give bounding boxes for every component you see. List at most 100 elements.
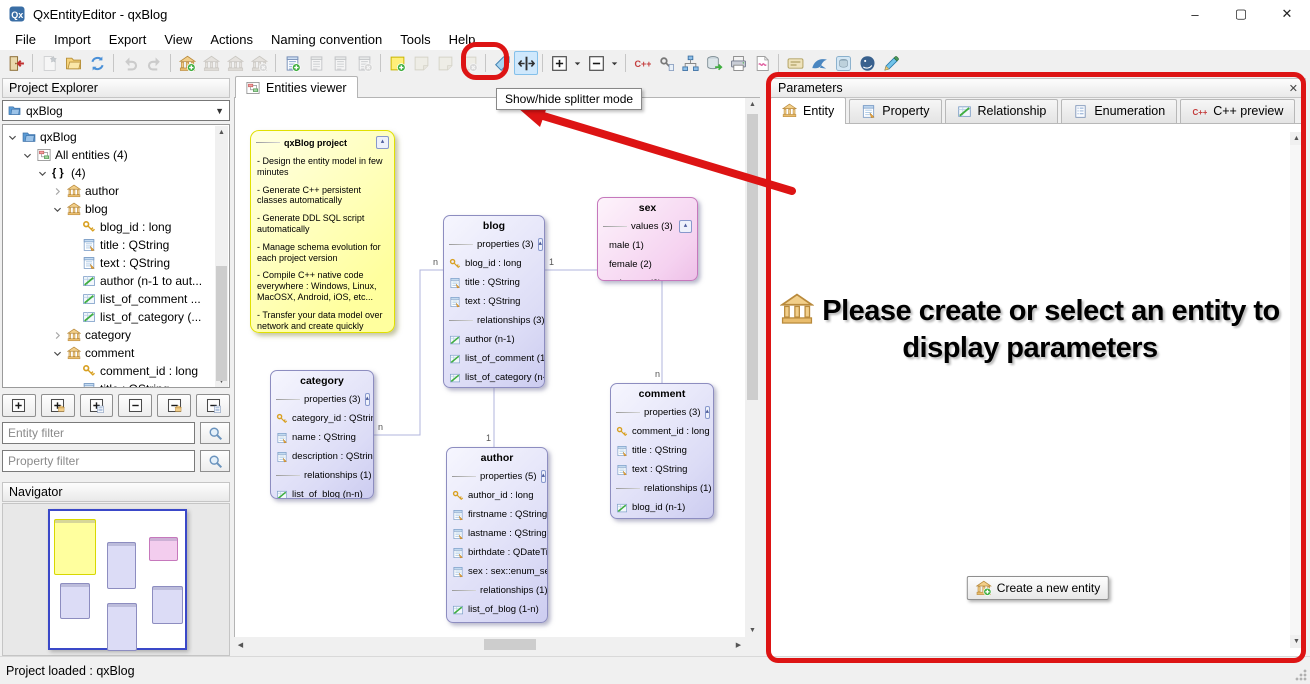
entity-member-list-of-blog-1-n[interactable]: list_of_blog (1-n) — [452, 600, 542, 619]
tree-item-list-of-category[interactable]: list_of_category (... — [3, 308, 229, 326]
toolbar-postgresql[interactable] — [855, 51, 879, 75]
menu-naming-convention[interactable]: Naming convention — [262, 30, 391, 49]
toolbar-redo[interactable] — [142, 51, 166, 75]
tab-entity[interactable]: Entity — [770, 97, 846, 124]
tree-item-blog-id-long[interactable]: blog_id : long — [3, 218, 229, 236]
expand-all-button[interactable] — [2, 394, 36, 417]
toolbar-edit-note[interactable] — [409, 51, 433, 75]
toolbar-database-export[interactable] — [702, 51, 726, 75]
toolbar-script-export[interactable] — [750, 51, 774, 75]
tree-item-qxblog[interactable]: qxBlog — [3, 128, 229, 146]
entity-member-blog-id-long[interactable]: blog_id : long — [449, 254, 539, 273]
tab-entities-viewer[interactable]: Entities viewer — [235, 76, 358, 98]
entity-box-sex[interactable]: sexvalues (3)▴male (1)female (2)unknown … — [597, 197, 698, 281]
maximize-button[interactable]: ▢ — [1218, 0, 1264, 28]
entity-member-sex-sex-enum-sex[interactable]: sex : sex::enum_sex — [452, 562, 542, 581]
scroll-left-icon[interactable]: ◀ — [234, 638, 247, 651]
tree-expander-open[interactable] — [22, 150, 33, 161]
collapse-properties-button[interactable] — [196, 394, 230, 417]
project-tree[interactable]: qxBlogAll entities (4){ }(4)authorblogbl… — [2, 124, 230, 388]
parameters-scrollbar[interactable]: ▲ ▼ — [1290, 132, 1303, 648]
collapse-button[interactable]: ▴ — [679, 220, 692, 233]
collapse-entities-button[interactable] — [157, 394, 191, 417]
menu-export[interactable]: Export — [100, 30, 156, 49]
entity-member-list-of-comment-1-n[interactable]: list_of_comment (1-n) — [449, 349, 539, 368]
entity-member-text-qstring[interactable]: text : QString — [616, 460, 708, 479]
tree-scrollbar-thumb[interactable] — [216, 266, 227, 381]
close-button[interactable]: ✕ — [1264, 0, 1310, 28]
tree-item-title-qstring[interactable]: title : QString — [3, 236, 229, 254]
toolbar-exit[interactable] — [4, 51, 28, 75]
property-filter-input[interactable] — [2, 450, 195, 472]
scroll-right-icon[interactable]: ▶ — [732, 638, 745, 651]
entity-filter-search-button[interactable] — [200, 422, 230, 444]
entity-member-author-id-long[interactable]: author_id : long — [452, 486, 542, 505]
tree-scrollbar[interactable]: ▲ ▼ — [215, 126, 228, 388]
toolbar-edit-entity[interactable] — [199, 51, 223, 75]
toolbar-mysql[interactable] — [807, 51, 831, 75]
entity-member-comment-id-long[interactable]: comment_id : long — [616, 422, 708, 441]
entity-member-title-qstring[interactable]: title : QString — [616, 441, 708, 460]
toolbar-edit-property[interactable] — [304, 51, 328, 75]
tab-relationship[interactable]: Relationship — [945, 99, 1059, 123]
project-selector[interactable]: qxBlog ▼ — [2, 100, 230, 121]
toolbar-network-export[interactable] — [678, 51, 702, 75]
canvas-hscroll-thumb[interactable] — [484, 639, 536, 650]
menu-import[interactable]: Import — [45, 30, 100, 49]
tab-enumeration[interactable]: Enumeration — [1061, 99, 1177, 123]
tree-item-all-entities-4[interactable]: All entities (4) — [3, 146, 229, 164]
note-qxblog-project[interactable]: qxBlog project▴- Design the entity model… — [250, 130, 395, 333]
entity-member-list-of-blog-n-n[interactable]: list_of_blog (n-n) — [276, 485, 368, 499]
scroll-up-icon[interactable]: ▲ — [745, 98, 760, 111]
toolbar-zoom-out[interactable] — [584, 51, 608, 75]
toolbar-open-project[interactable] — [61, 51, 85, 75]
menu-actions[interactable]: Actions — [201, 30, 262, 49]
toolbar-undo[interactable] — [118, 51, 142, 75]
entity-member-list-of-category-n-n[interactable]: list_of_category (n-n) — [449, 368, 539, 387]
toolbar-sqlite[interactable] — [831, 51, 855, 75]
entity-member-male-1[interactable]: male (1) — [603, 236, 692, 255]
canvas-horizontal-scrollbar[interactable]: ◀ ▶ — [234, 637, 745, 652]
entity-member-firstname-qstring[interactable]: firstname : QString — [452, 505, 542, 524]
navigator-minimap[interactable] — [2, 503, 230, 656]
entity-member-lastname-qstring[interactable]: lastname : QString — [452, 524, 542, 543]
diagram-canvas[interactable]: qxBlog project▴- Design the entity model… — [234, 98, 745, 637]
expand-entities-button[interactable] — [41, 394, 75, 417]
tree-expander-closed[interactable] — [52, 186, 63, 197]
entity-filter-input[interactable] — [2, 422, 195, 444]
tree-item-category[interactable]: category — [3, 326, 229, 344]
property-filter-search-button[interactable] — [200, 450, 230, 472]
toolbar-keys[interactable] — [654, 51, 678, 75]
navigator-viewport[interactable] — [48, 509, 187, 650]
toolbar-splitter-mode[interactable] — [514, 51, 538, 75]
collapse-button[interactable]: ▴ — [365, 393, 371, 406]
tab-c-preview[interactable]: C++C++ preview — [1180, 99, 1295, 123]
create-new-entity-button[interactable]: Create a new entity — [967, 576, 1109, 600]
entity-member-birthdate-qdatetime[interactable]: birthdate : QDateTime — [452, 543, 542, 562]
entity-member-blog-id-n-1[interactable]: blog_id (n-1) — [616, 498, 708, 517]
collapse-button[interactable]: ▴ — [538, 238, 544, 251]
toolbar-delete-note[interactable] — [457, 51, 481, 75]
toolbar-add-note[interactable] — [385, 51, 409, 75]
canvas-vscroll-thumb[interactable] — [747, 114, 758, 400]
parameters-close-icon[interactable]: ✕ — [1289, 82, 1298, 95]
tree-expander-open[interactable] — [37, 168, 48, 179]
toolbar-print[interactable] — [726, 51, 750, 75]
tree-expander-open[interactable] — [52, 204, 63, 215]
entity-box-author[interactable]: authorproperties (5)▴author_id : longfir… — [446, 447, 548, 623]
tree-item-list-of-comment[interactable]: list_of_comment ... — [3, 290, 229, 308]
expand-properties-button[interactable] — [80, 394, 114, 417]
entity-member-name-qstring[interactable]: name : QString — [276, 428, 368, 447]
toolbar-edit-code[interactable] — [879, 51, 903, 75]
collapse-button[interactable]: ▴ — [541, 470, 547, 483]
entity-member-category-id-qstring[interactable]: category_id : QString — [276, 409, 368, 428]
tree-expander-open[interactable] — [52, 348, 63, 359]
tree-expander-closed[interactable] — [52, 330, 63, 341]
toolbar-delete-property[interactable] — [352, 51, 376, 75]
menu-help[interactable]: Help — [440, 30, 485, 49]
collapse-all-button[interactable] — [118, 394, 152, 417]
tree-item-title-qstring[interactable]: title : QString — [3, 380, 229, 388]
toolbar-duplicate-property[interactable] — [328, 51, 352, 75]
entity-member-description-qstring[interactable]: description : QString — [276, 447, 368, 466]
resize-grip-icon[interactable] — [1295, 669, 1307, 681]
